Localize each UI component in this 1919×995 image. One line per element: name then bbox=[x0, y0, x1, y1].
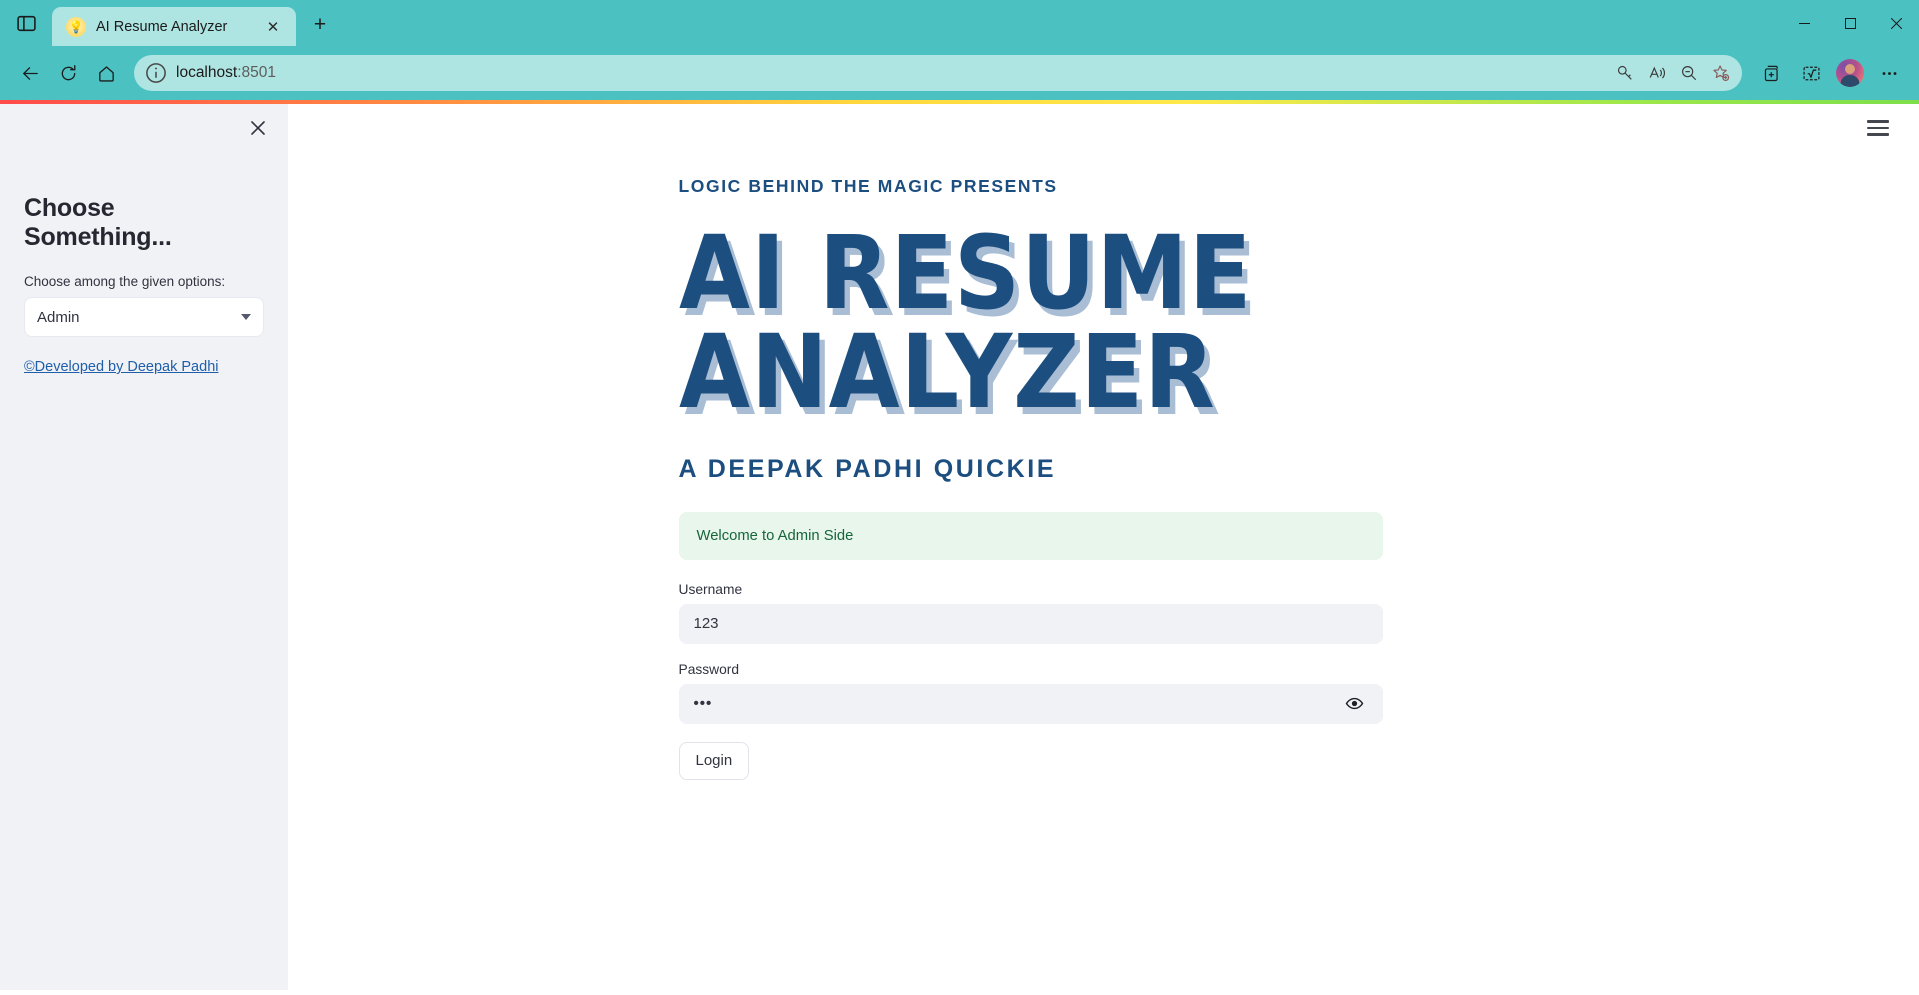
decoration-gradient-bar bbox=[0, 100, 1919, 104]
new-tab-button[interactable]: + bbox=[302, 7, 338, 43]
page-title: AI RESUME ANALYZER bbox=[678, 214, 1313, 432]
close-icon[interactable] bbox=[244, 114, 272, 142]
navigation-bar: localhost:8501 bbox=[0, 46, 1919, 100]
home-icon[interactable] bbox=[88, 55, 124, 91]
settings-more-icon[interactable] bbox=[1871, 55, 1907, 91]
password-key-icon[interactable] bbox=[1610, 58, 1640, 88]
role-select-value: Admin bbox=[37, 308, 80, 326]
omnibox-actions bbox=[1610, 58, 1736, 88]
sidebar-select-label: Choose among the given options: bbox=[24, 274, 226, 289]
profile-avatar[interactable] bbox=[1836, 59, 1864, 87]
page-title-line-2: ANALYZER bbox=[678, 312, 1216, 432]
info-circle-icon[interactable] bbox=[144, 61, 168, 85]
app-main: LOGIC BEHIND THE MAGIC PRESENTS AI RESUM… bbox=[288, 104, 1919, 990]
page-subtitle: A DEEPAK PADHI QUICKIE bbox=[678, 454, 1057, 483]
window-controls bbox=[1781, 0, 1919, 46]
sidebar-panel-icon[interactable] bbox=[0, 0, 52, 46]
math-solver-icon[interactable] bbox=[1793, 55, 1829, 91]
page-content: LOGIC BEHIND THE MAGIC PRESENTS AI RESUM… bbox=[678, 104, 1383, 780]
add-favorite-icon[interactable] bbox=[1706, 58, 1736, 88]
minimize-icon[interactable] bbox=[1781, 0, 1827, 46]
browser-tab[interactable]: 💡 AI Resume Analyzer ✕ bbox=[52, 7, 296, 46]
url-port: :8501 bbox=[237, 64, 276, 81]
hamburger-bar bbox=[1867, 126, 1889, 130]
hamburger-bar bbox=[1867, 120, 1889, 123]
browser-toolbar bbox=[1754, 55, 1907, 91]
close-icon[interactable]: ✕ bbox=[260, 14, 286, 40]
address-bar[interactable]: localhost:8501 bbox=[134, 55, 1742, 91]
tab-strip: 💡 AI Resume Analyzer ✕ + bbox=[0, 0, 1919, 46]
hamburger-menu-icon[interactable] bbox=[1864, 114, 1892, 142]
url-text: localhost:8501 bbox=[176, 64, 1602, 82]
collections-icon[interactable] bbox=[1754, 55, 1790, 91]
password-value: ••• bbox=[693, 695, 713, 713]
zoom-out-icon[interactable] bbox=[1674, 58, 1704, 88]
browser-window: 💡 AI Resume Analyzer ✕ + localhost:8501 … bbox=[0, 0, 1919, 995]
page-title-line-1: AI RESUME bbox=[678, 214, 1252, 333]
username-label: Username bbox=[678, 581, 743, 597]
app-sidebar: Choose Something... Choose among the giv… bbox=[0, 104, 288, 990]
success-message: Welcome to Admin Side bbox=[678, 511, 1383, 560]
success-message-text: Welcome to Admin Side bbox=[696, 527, 854, 544]
read-aloud-icon[interactable] bbox=[1642, 58, 1672, 88]
username-value: 123 bbox=[693, 615, 719, 633]
role-select[interactable]: Admin bbox=[24, 297, 264, 337]
hamburger-bar bbox=[1867, 133, 1889, 136]
close-icon[interactable] bbox=[1873, 0, 1919, 46]
lightbulb-icon: 💡 bbox=[66, 16, 86, 37]
url-host: localhost bbox=[176, 64, 238, 81]
sidebar-title: Choose Something... bbox=[24, 194, 172, 251]
streamlit-app: Choose Something... Choose among the giv… bbox=[0, 100, 1919, 995]
page-kicker: LOGIC BEHIND THE MAGIC PRESENTS bbox=[678, 176, 1058, 196]
tab-title: AI Resume Analyzer bbox=[96, 18, 228, 35]
back-arrow-icon[interactable] bbox=[12, 55, 48, 91]
eye-icon[interactable] bbox=[1342, 691, 1368, 717]
password-label: Password bbox=[678, 661, 740, 677]
refresh-icon[interactable] bbox=[50, 55, 86, 91]
username-input[interactable]: 123 bbox=[678, 603, 1383, 644]
chevron-down-icon bbox=[241, 314, 251, 320]
login-button[interactable]: Login bbox=[678, 741, 750, 780]
developer-credit-link[interactable]: ©Developed by Deepak Padhi bbox=[24, 359, 218, 375]
maximize-icon[interactable] bbox=[1827, 0, 1873, 46]
password-input[interactable]: ••• bbox=[678, 683, 1383, 724]
